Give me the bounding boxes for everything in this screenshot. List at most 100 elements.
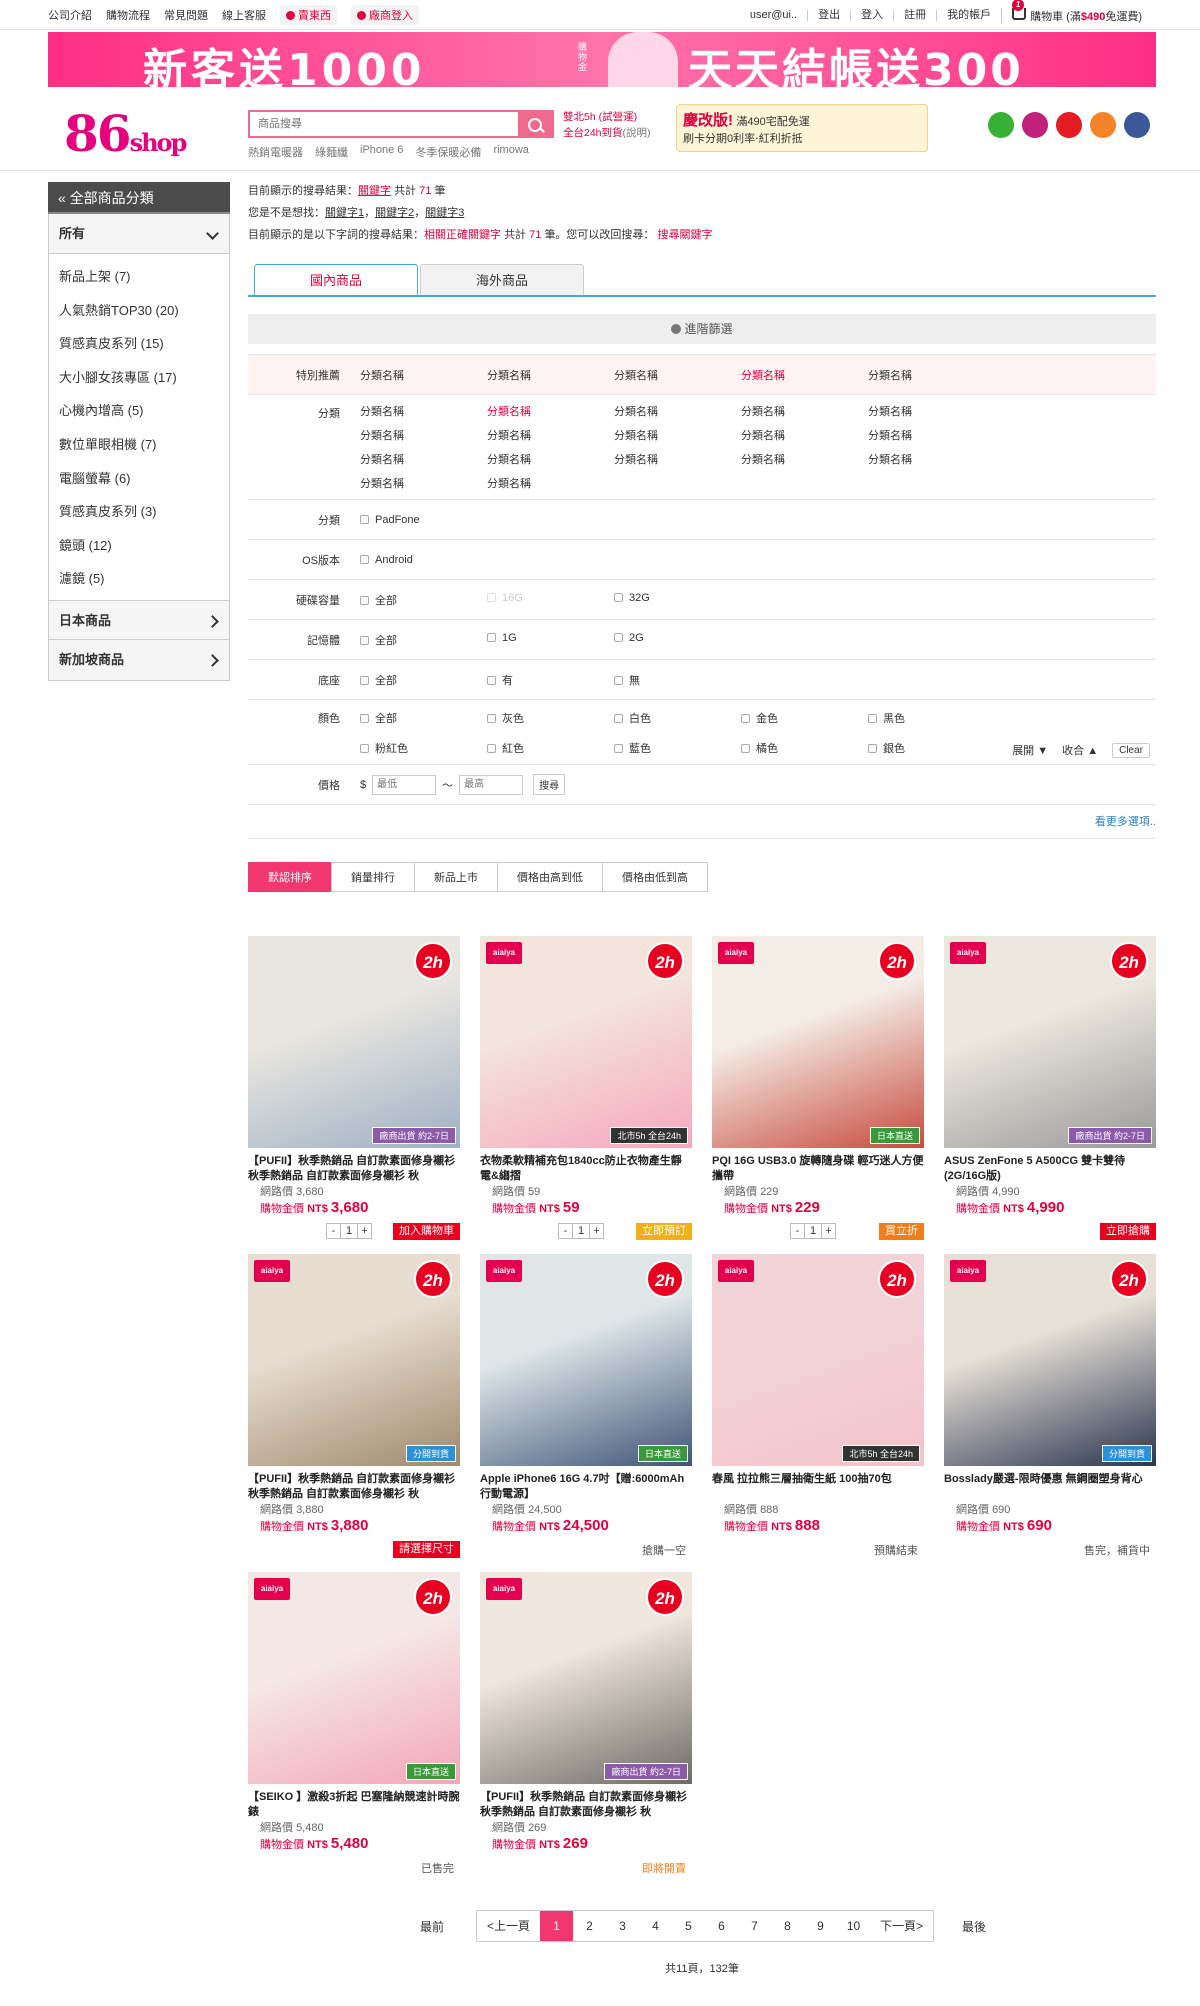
- product-title[interactable]: 春風 拉拉熊三層抽衛生紙 100抽70包: [712, 1472, 924, 1502]
- product-action-button[interactable]: 立即預訂: [636, 1223, 692, 1240]
- product-image[interactable]: aiaiya 2h 廠商出貨 約2-7日: [480, 1572, 692, 1784]
- filter-checkbox[interactable]: 橘色: [741, 740, 868, 756]
- qty-minus-button[interactable]: -: [558, 1223, 573, 1239]
- ship-note-link[interactable]: (說明): [623, 127, 651, 139]
- filter-option[interactable]: 分類名稱: [614, 403, 741, 419]
- sidebar-item[interactable]: 濾鏡 (5): [49, 562, 229, 596]
- user-email[interactable]: user@ui..: [740, 9, 807, 21]
- page-number[interactable]: 9: [804, 1911, 837, 1941]
- qty-value[interactable]: 1: [572, 1223, 590, 1239]
- page-number[interactable]: 5: [672, 1911, 705, 1941]
- filter-option-selected[interactable]: 分類名稱: [487, 403, 614, 419]
- filter-checkbox[interactable]: 32G: [614, 592, 741, 608]
- product-action-button[interactable]: 請選擇尺寸: [393, 1541, 460, 1558]
- facebook-icon[interactable]: [1124, 112, 1150, 138]
- product-card[interactable]: aiaiya 2h 廠商出貨 約2-7日【PUFII】秋季熱銷品 自訂款素面修身襯衫…: [480, 1572, 692, 1877]
- product-image[interactable]: aiaiya 2h 北市5h 全台24h: [480, 936, 692, 1148]
- sidebar-item[interactable]: 質感真皮系列 (3): [49, 495, 229, 529]
- expand-button[interactable]: 展開 ▼: [1012, 742, 1048, 758]
- logout-link[interactable]: 登出: [807, 9, 850, 21]
- product-card[interactable]: aiaiya 2h 日本直送 【SEIKO 】激殺3折起 巴塞隆納競速計時腕錶 網路價 …: [248, 1572, 460, 1877]
- product-title[interactable]: ASUS ZenFone 5 A500CG 雙卡雙待(2G/16G版): [944, 1154, 1156, 1184]
- suggest-keyword[interactable]: 關鍵字3: [425, 207, 464, 219]
- filter-checkbox[interactable]: Android: [360, 554, 487, 566]
- hot-keyword[interactable]: iPhone 6: [360, 144, 403, 160]
- cart-link[interactable]: 1 購物車 (滿$490免運費): [1001, 0, 1152, 23]
- product-card[interactable]: aiaiya 2h 北市5h 全台24h 春風 拉拉熊三層抽衛生紙 100抽70包 網路…: [712, 1254, 924, 1559]
- qty-plus-button[interactable]: +: [589, 1223, 604, 1239]
- sell-button[interactable]: 賣東西: [280, 5, 337, 25]
- qty-plus-button[interactable]: +: [821, 1223, 836, 1239]
- product-card[interactable]: aiaiya 2h 日本直送 Apple iPhone6 16G 4.7吋【贈:600…: [480, 1254, 692, 1559]
- search-original-keyword[interactable]: 搜尋關鍵字: [658, 229, 713, 241]
- blogger-icon[interactable]: [1090, 112, 1116, 138]
- filter-checkbox[interactable]: 黑色: [868, 710, 995, 726]
- filter-option[interactable]: 分類名稱: [360, 427, 487, 443]
- product-action-button[interactable]: 買立折: [879, 1223, 924, 1240]
- product-image[interactable]: aiaiya 2h 分開到貨: [248, 1254, 460, 1466]
- clear-button[interactable]: Clear: [1112, 742, 1150, 758]
- line-icon[interactable]: [988, 112, 1014, 138]
- tab-domestic[interactable]: 國內商品: [254, 264, 418, 296]
- filter-checkbox[interactable]: 金色: [741, 710, 868, 726]
- filter-option[interactable]: 分類名稱: [360, 451, 487, 467]
- prev-page-button[interactable]: <上一頁: [477, 1911, 540, 1941]
- link-online-service[interactable]: 線上客服: [222, 7, 266, 23]
- qty-plus-button[interactable]: +: [357, 1223, 372, 1239]
- suggest-keyword[interactable]: 關鍵字2: [375, 207, 414, 219]
- filter-option[interactable]: 分類名稱: [741, 451, 868, 467]
- sidebar-section-japan[interactable]: 日本商品: [49, 599, 229, 640]
- product-card[interactable]: aiaiya 2h 日本直送 PQI 16G USB3.0 旋轉隨身碟 輕巧迷人方便攜…: [712, 936, 924, 1241]
- sidebar-item[interactable]: 鏡頭 (12): [49, 529, 229, 563]
- product-action-button[interactable]: 立即搶購: [1100, 1223, 1156, 1240]
- filter-checkbox[interactable]: 全部: [360, 632, 487, 648]
- filter-option[interactable]: 分類名稱: [868, 403, 995, 419]
- filter-option[interactable]: 分類名稱: [487, 451, 614, 467]
- filter-checkbox[interactable]: 1G: [487, 632, 614, 648]
- qty-minus-button[interactable]: -: [326, 1223, 341, 1239]
- filter-option[interactable]: 分類名稱: [360, 367, 487, 383]
- product-image[interactable]: aiaiya 2h 北市5h 全台24h: [712, 1254, 924, 1466]
- product-action-button[interactable]: 加入購物車: [393, 1223, 460, 1240]
- product-image[interactable]: aiaiya 2h 廠商出貨 約2-7日: [944, 936, 1156, 1148]
- tab-overseas[interactable]: 海外商品: [420, 264, 584, 296]
- product-title[interactable]: PQI 16G USB3.0 旋轉隨身碟 輕巧迷人方便攜帶: [712, 1154, 924, 1184]
- filter-option[interactable]: 分類名稱: [614, 451, 741, 467]
- product-image[interactable]: aiaiya 2h 分開到貨: [944, 1254, 1156, 1466]
- product-card[interactable]: aiaiya 2h 廠商出貨 約2-7日 ASUS ZenFone 5 A500CG …: [944, 936, 1156, 1241]
- product-title[interactable]: 衣物柔軟精補充包1840cc防止衣物產生靜電&縐摺: [480, 1154, 692, 1184]
- page-number[interactable]: 8: [771, 1911, 804, 1941]
- page-number[interactable]: 7: [738, 1911, 771, 1941]
- sort-sales[interactable]: 銷量排行: [331, 862, 415, 892]
- product-card[interactable]: aiaiya 2h 北市5h 全台24h 衣物柔軟精補充包1840cc防止衣物產生靜電…: [480, 936, 692, 1241]
- result-keyword[interactable]: 關鍵字: [358, 185, 391, 197]
- filter-checkbox[interactable]: 2G: [614, 632, 741, 648]
- product-title[interactable]: 【PUFII】秋季熱銷品 自訂款素面修身襯衫 秋季熱銷品 自訂款素面修身襯衫 秋: [248, 1472, 460, 1502]
- filter-checkbox[interactable]: 紅色: [487, 740, 614, 756]
- sort-newest[interactable]: 新品上市: [414, 862, 498, 892]
- filter-option[interactable]: 分類名稱: [868, 427, 995, 443]
- product-title[interactable]: 【SEIKO 】激殺3折起 巴塞隆納競速計時腕錶: [248, 1790, 460, 1820]
- price-search-button[interactable]: 搜尋: [533, 774, 566, 795]
- page-number-current[interactable]: 1: [540, 1911, 574, 1941]
- promo-box[interactable]: 慶改版! 滿490宅配免運 刷卡分期0利率‧紅利折抵: [676, 104, 928, 152]
- hot-keyword[interactable]: rimowa: [493, 144, 528, 160]
- page-number[interactable]: 4: [639, 1911, 672, 1941]
- product-card[interactable]: 2h 廠商出貨 約2-7日 【PUFII】秋季熱銷品 自訂款素面修身襯衫 秋季熱銷品…: [248, 936, 460, 1241]
- filter-checkbox[interactable]: 全部: [360, 592, 487, 608]
- all-categories-header[interactable]: « 全部商品分類: [48, 182, 230, 214]
- link-about[interactable]: 公司介紹: [48, 7, 92, 23]
- product-title[interactable]: Bosslady嚴選-限時優惠 無鋼圈塑身背心: [944, 1472, 1156, 1502]
- sidebar-item[interactable]: 大小腳女孩專區 (17): [49, 361, 229, 395]
- search-input[interactable]: [250, 112, 518, 136]
- filter-checkbox[interactable]: 銀色: [868, 740, 995, 756]
- my-account-link[interactable]: 我的帳戶: [936, 9, 1001, 21]
- sidebar-item[interactable]: 心機內增高 (5): [49, 394, 229, 428]
- product-image[interactable]: aiaiya 2h 日本直送: [712, 936, 924, 1148]
- page-number[interactable]: 2: [573, 1911, 606, 1941]
- filter-checkbox[interactable]: 灰色: [487, 710, 614, 726]
- filter-checkbox[interactable]: 無: [614, 672, 741, 688]
- product-title[interactable]: 【PUFII】秋季熱銷品 自訂款素面修身襯衫 秋季熱銷品 自訂款素面修身襯衫 秋: [480, 1790, 692, 1820]
- hot-keyword[interactable]: 熱銷電暖器: [248, 144, 303, 160]
- filter-option[interactable]: 分類名稱: [360, 403, 487, 419]
